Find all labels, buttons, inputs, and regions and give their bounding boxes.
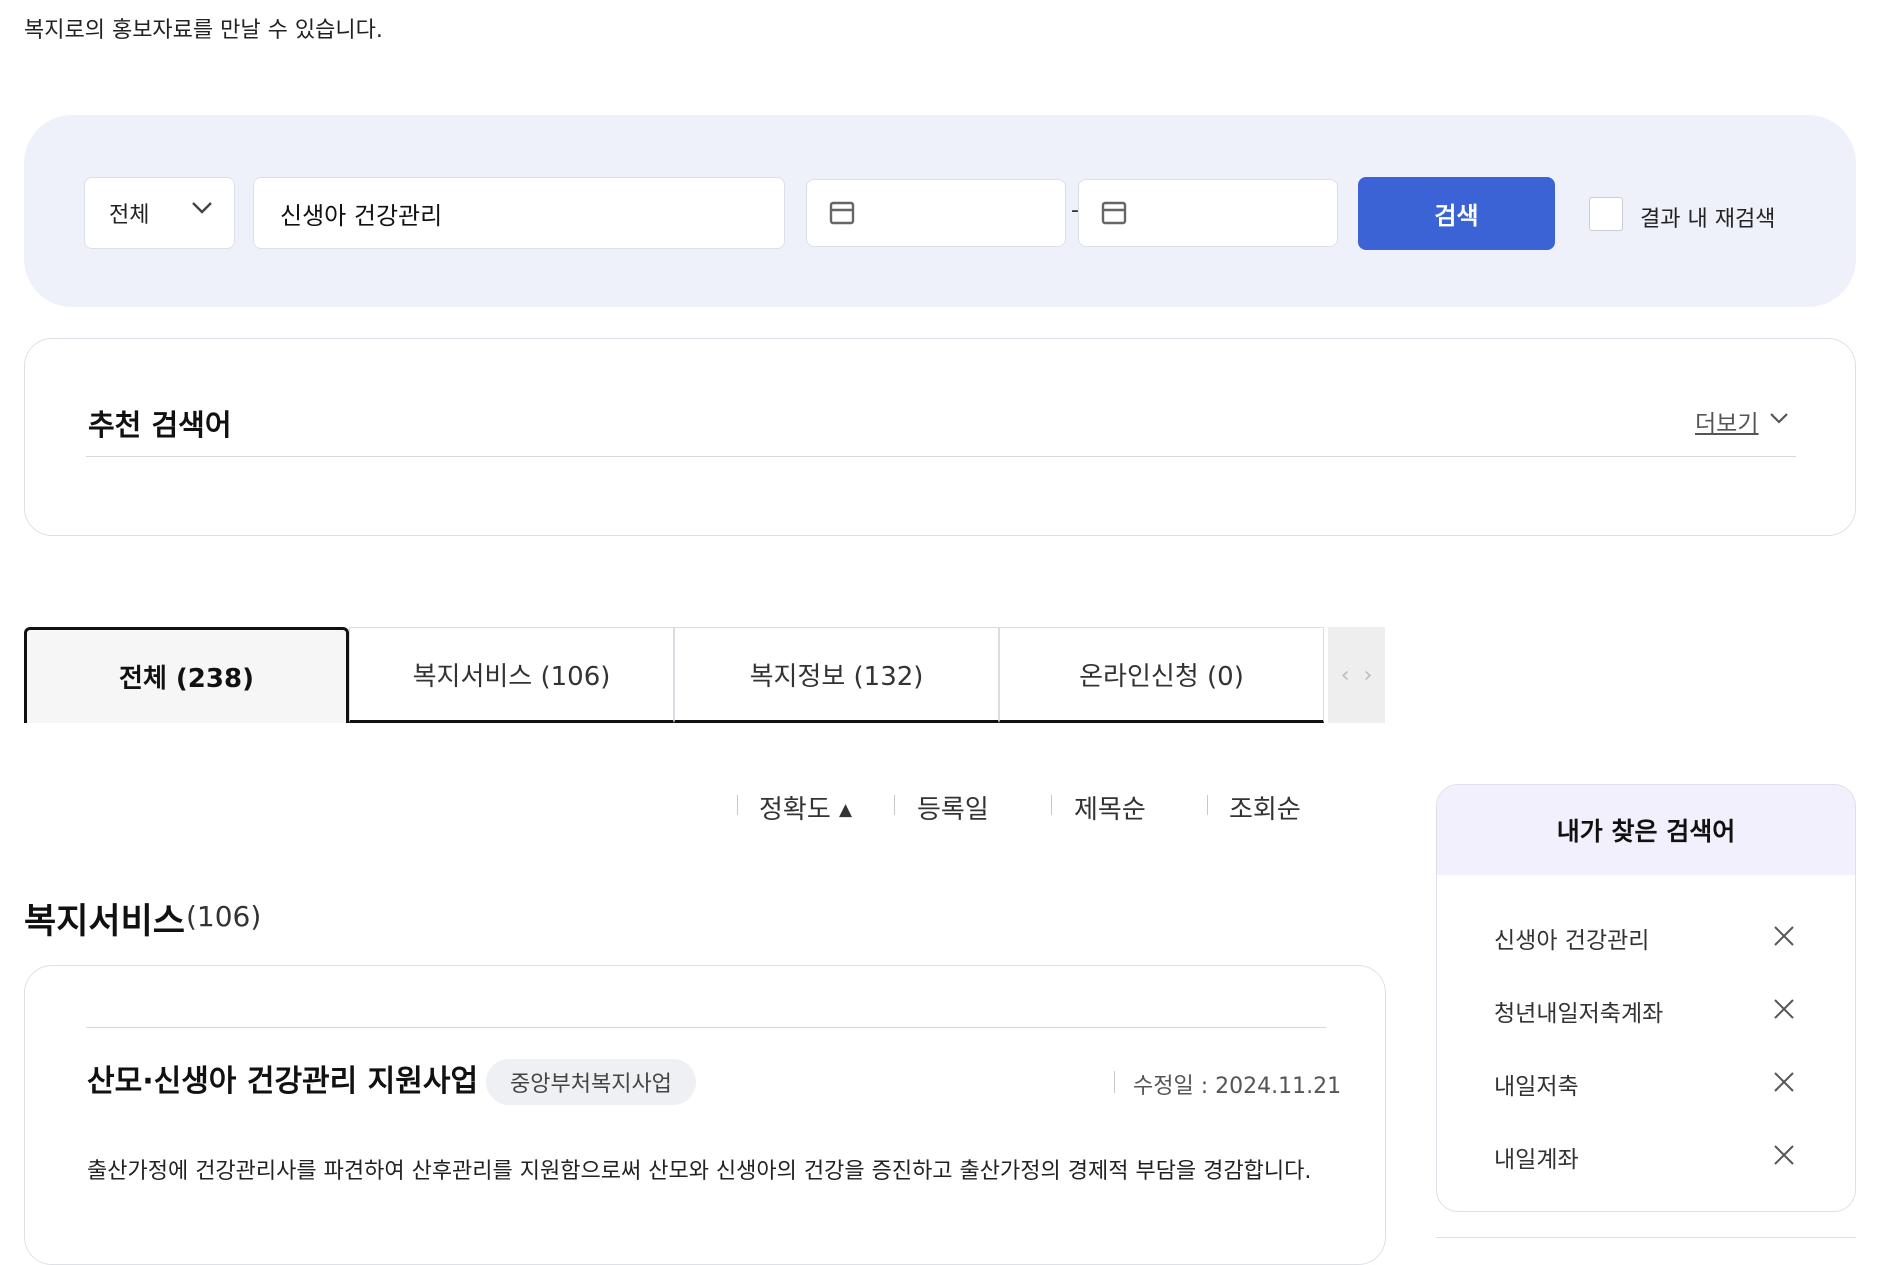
search-input[interactable] [253,177,785,249]
tab-all[interactable]: 전체 (238) [24,627,349,723]
scope-select-label: 전체 [109,203,150,228]
divider [86,1027,1326,1028]
result-card [24,965,1386,1265]
sort-divider [1051,795,1052,815]
my-search-item[interactable]: 청년내일저축계좌 [1494,994,1663,1028]
sort-views[interactable]: 조회순 [1229,789,1301,826]
close-icon[interactable] [1773,998,1795,1024]
close-icon[interactable] [1773,1144,1795,1170]
sort-divider [1207,795,1208,815]
sort-accuracy-label: 정확도 [759,795,831,825]
my-searches-title: 내가 찾은 검색어 [1437,785,1855,875]
triangle-up-icon: ▲ [839,800,853,820]
section-title: 복지서비스 [24,902,186,942]
chevron-down-icon [191,200,213,219]
section-count: (106) [186,900,262,933]
tab-welfare-services[interactable]: 복지서비스 (106) [349,627,674,723]
research-checkbox-label[interactable]: 결과 내 재검색 [1640,201,1775,233]
my-search-item[interactable]: 내일저축 [1494,1067,1579,1101]
sort-registered[interactable]: 등록일 [917,789,989,826]
result-title[interactable]: 산모·신생아 건강관리 지원사업 [87,1056,478,1100]
recommended-keywords-title: 추천 검색어 [88,408,232,442]
sort-title[interactable]: 제목순 [1074,789,1146,826]
tab-scroll-arrows: ‹ › [1328,627,1385,723]
divider [86,456,1796,457]
my-search-item[interactable]: 신생아 건강관리 [1494,921,1649,955]
my-search-item[interactable]: 내일계좌 [1494,1140,1579,1174]
start-date-field[interactable] [806,179,1066,247]
calendar-icon [1101,201,1127,225]
category-badge: 중앙부처복지사업 [486,1059,696,1105]
chevron-left-icon[interactable]: ‹ [1341,663,1350,688]
sort-divider [737,795,738,815]
scope-select[interactable]: 전체 [84,177,235,249]
more-button[interactable]: 더보기 [1695,404,1758,438]
end-date-field[interactable] [1078,179,1338,247]
calendar-icon [829,201,855,225]
tab-online-application[interactable]: 온라인신청 (0) [999,627,1324,723]
recommended-keywords-box [24,338,1856,536]
close-icon[interactable] [1773,1071,1795,1097]
sort-divider [894,795,895,815]
result-description: 출산가정에 건강관리사를 파견하여 산후관리를 지원함으로써 산모와 신생아의 … [87,1159,1312,1184]
close-icon[interactable] [1773,925,1795,951]
intro-text: 복지로의 홍보자료를 만날 수 있습니다. [24,18,383,43]
tab-welfare-info[interactable]: 복지정보 (132) [674,627,999,723]
result-tabs: 전체 (238) 복지서비스 (106) 복지정보 (132) 온라인신청 (0… [24,627,1384,723]
research-checkbox[interactable] [1589,197,1623,231]
chevron-down-icon[interactable] [1769,410,1789,429]
modified-date: 수정일 : 2024.11.21 [1133,1074,1342,1099]
sort-accuracy[interactable]: 정확도 ▲ [759,789,852,826]
search-button[interactable]: 검색 [1358,177,1555,250]
divider [1114,1071,1115,1093]
chevron-right-icon[interactable]: › [1364,663,1373,688]
